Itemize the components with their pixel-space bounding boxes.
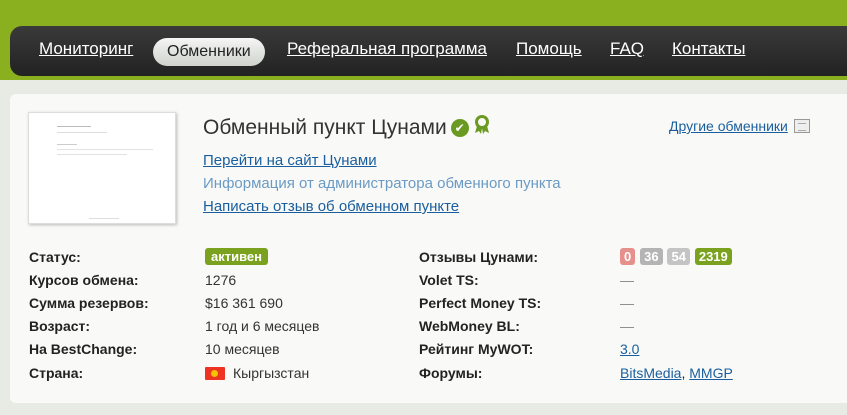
reviews-neutral-2[interactable]: 54 bbox=[667, 248, 690, 265]
reviews-badges[interactable]: 0 36 54 2319 bbox=[620, 248, 733, 265]
mywot-rating: 3.0 bbox=[620, 341, 639, 357]
go-to-site-link[interactable]: Перейти на сайт Цунами bbox=[203, 152, 377, 169]
exchanger-name: Обменный пункт Цунами bbox=[203, 116, 447, 139]
admin-info-link[interactable]: Информация от администратора обменного п… bbox=[203, 175, 561, 192]
perfect-money-value: — bbox=[620, 295, 634, 311]
forum-link-bitsmedia[interactable]: BitsMedia bbox=[620, 365, 681, 381]
perfect-money-label: Perfect Money TS: bbox=[419, 295, 542, 311]
status-value: активен bbox=[205, 248, 268, 265]
site-screenshot-thumbnail[interactable] bbox=[28, 112, 176, 224]
check-circle-icon: ✔ bbox=[450, 119, 469, 137]
country-label: Страна: bbox=[29, 365, 84, 381]
nav-help[interactable]: Помощь bbox=[516, 39, 582, 59]
webmoney-value: — bbox=[620, 318, 634, 334]
kyrgyzstan-flag-icon bbox=[205, 367, 225, 380]
webmoney-label: WebMoney BL: bbox=[419, 318, 520, 334]
forums-label: Форумы: bbox=[419, 365, 483, 381]
volet-label: Volet TS: bbox=[419, 272, 479, 288]
nav-referral[interactable]: Реферальная программа bbox=[287, 39, 487, 59]
reviews-positive[interactable]: 2319 bbox=[694, 248, 732, 265]
bestchange-label: На BestChange: bbox=[29, 341, 138, 357]
exchanger-title: Обменный пункт Цунами ✔ bbox=[203, 115, 491, 140]
other-exchangers[interactable]: Другие обменники bbox=[669, 118, 810, 134]
reserves-label: Сумма резервов: bbox=[29, 295, 149, 311]
volet-value: — bbox=[620, 272, 634, 288]
top-accent-bar bbox=[0, 0, 847, 20]
rates-label: Курсов обмена: bbox=[29, 272, 139, 288]
reviews-negative[interactable]: 0 bbox=[620, 248, 636, 265]
nav-contacts[interactable]: Контакты bbox=[672, 39, 745, 59]
rates-value: 1276 bbox=[205, 272, 237, 288]
forum-link-mmgp[interactable]: MMGP bbox=[689, 365, 733, 381]
other-exchangers-link[interactable]: Другие обменники bbox=[669, 118, 788, 134]
status-label: Статус: bbox=[29, 249, 81, 265]
status-badge: активен bbox=[205, 248, 268, 265]
main-nav: Мониторинг Обменники Реферальная програм… bbox=[10, 26, 847, 76]
write-review-link[interactable]: Написать отзыв об обменном пункте bbox=[203, 198, 459, 215]
country-name: Кыргызстан bbox=[233, 365, 310, 381]
nav-faq[interactable]: FAQ bbox=[610, 39, 644, 59]
forums-list: BitsMedia, MMGP bbox=[620, 365, 733, 381]
reviews-neutral[interactable]: 36 bbox=[640, 248, 663, 265]
nav-wrapper: Мониторинг Обменники Реферальная програм… bbox=[0, 18, 847, 80]
age-label: Возраст: bbox=[29, 318, 91, 334]
award-ribbon-icon bbox=[474, 115, 489, 134]
exchanger-panel: Обменный пункт Цунами ✔ Перейти на сайт Ц… bbox=[10, 94, 847, 403]
bestchange-value: 10 месяцев bbox=[205, 341, 280, 357]
list-icon bbox=[793, 119, 810, 133]
reserves-value: $16 361 690 bbox=[205, 295, 283, 311]
mywot-link[interactable]: 3.0 bbox=[620, 341, 639, 357]
reviews-label: Отзывы Цунами: bbox=[419, 249, 538, 265]
nav-exchangers[interactable]: Обменники bbox=[153, 38, 265, 66]
age-value: 1 год и 6 месяцев bbox=[205, 318, 320, 334]
mywot-label: Рейтинг MyWOT: bbox=[419, 341, 534, 357]
nav-monitoring[interactable]: Мониторинг bbox=[39, 39, 133, 59]
country-value: Кыргызстан bbox=[205, 365, 309, 381]
